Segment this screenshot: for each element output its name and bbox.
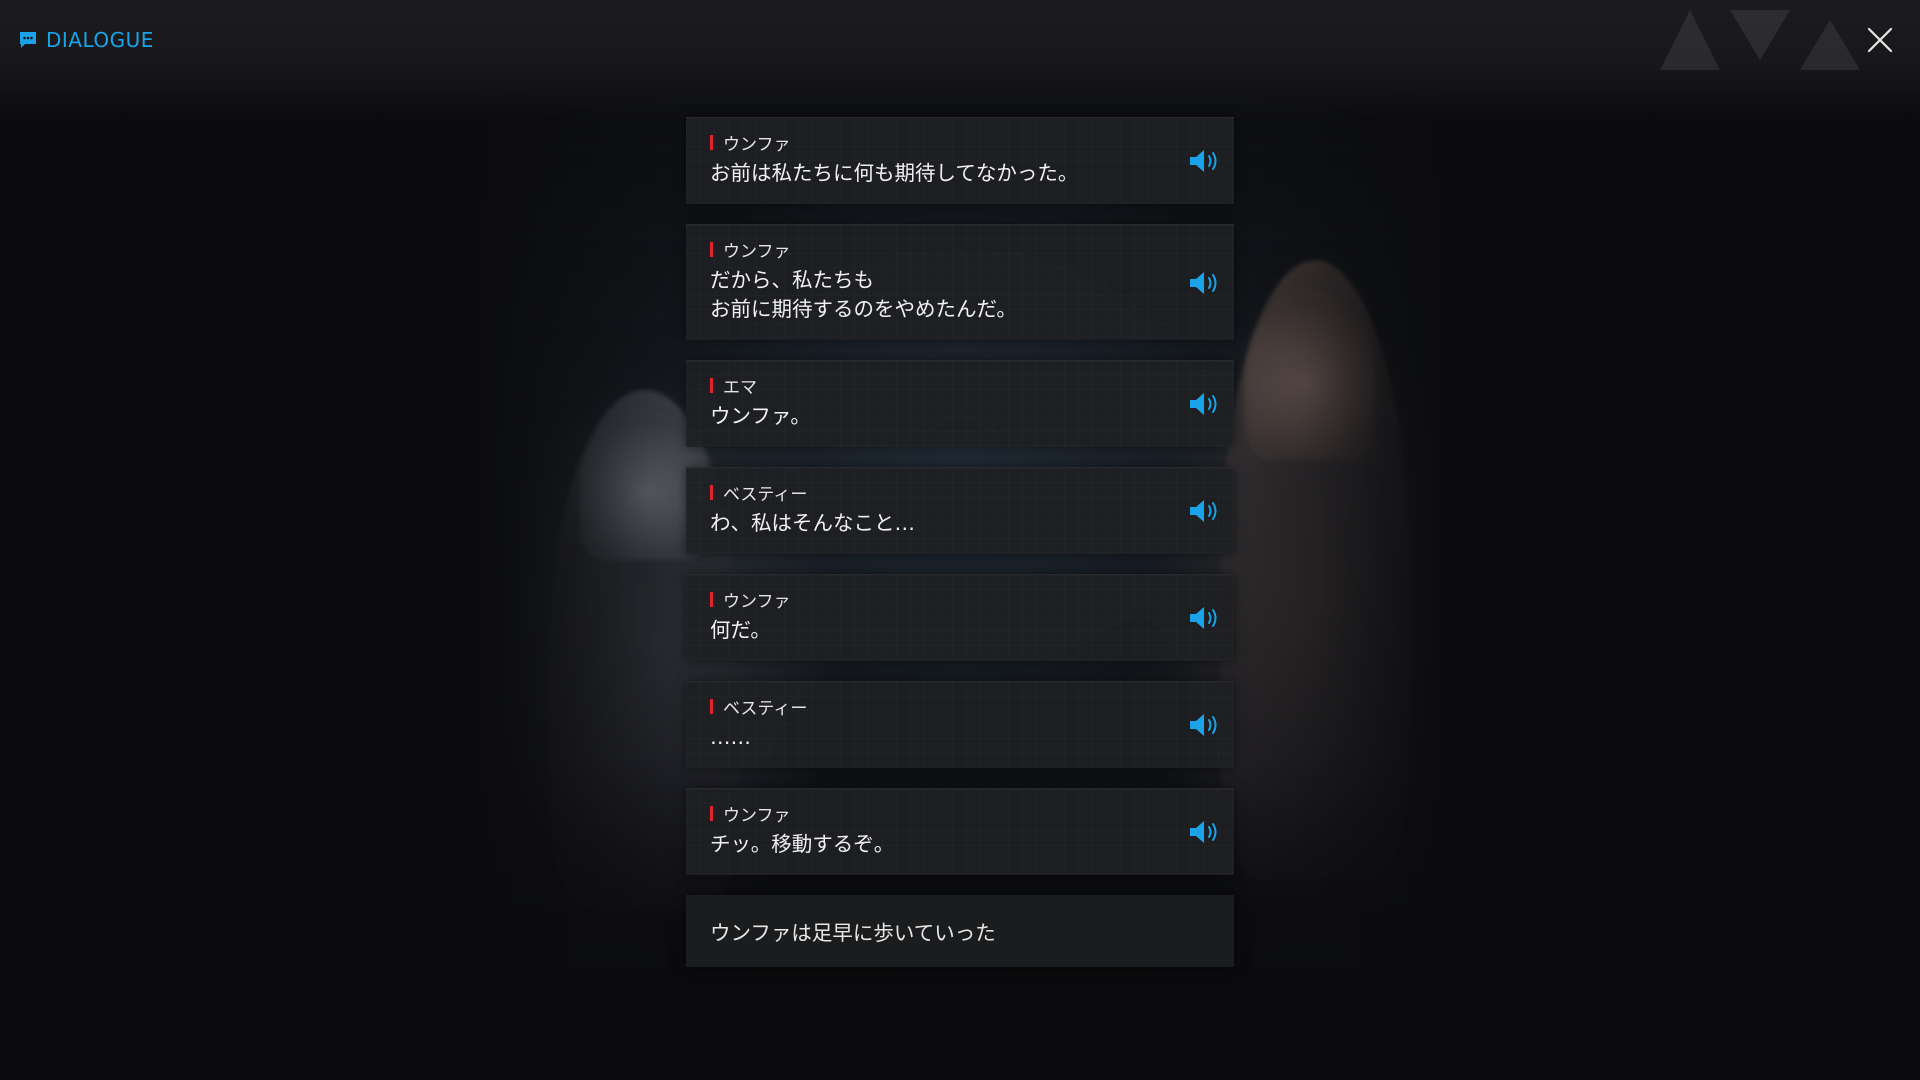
speaker-name: ウンファ	[723, 805, 791, 826]
chat-bubble-icon	[20, 32, 36, 48]
header-decoration-icon	[1660, 10, 1860, 70]
speaker-row: ウンファ	[710, 803, 1174, 826]
speaker-voice-icon[interactable]	[1188, 148, 1222, 174]
speaker-row: ウンファ	[710, 132, 1174, 155]
dialogue-text: だから、私たちも お前に期待するのをやめたんだ。	[710, 266, 1174, 324]
speaker-voice-icon[interactable]	[1188, 712, 1222, 738]
speaker-voice-icon[interactable]	[1188, 819, 1222, 845]
dialogue-entry: ベスティー わ、私はそんなこと…	[686, 467, 1234, 554]
speaker-voice-icon[interactable]	[1188, 270, 1222, 296]
dialogue-line: ……	[710, 725, 751, 749]
dialogue-line: ウンファ。	[710, 404, 811, 428]
speaker-voice-icon[interactable]	[1188, 391, 1222, 417]
speaker-row: ベスティー	[710, 696, 1174, 719]
dialogue-line: チッ。移動するぞ。	[710, 832, 895, 856]
speaker-marker	[710, 805, 713, 821]
dialogue-entry: ウンファ チッ。移動するぞ。	[686, 788, 1234, 875]
dialogue-text: 何だ。	[710, 616, 1174, 645]
speaker-marker	[710, 698, 713, 714]
dialogue-line: だから、私たちも	[710, 268, 874, 292]
speaker-row: ウンファ	[710, 239, 1174, 262]
dialogue-line: 何だ。	[710, 618, 771, 642]
speaker-marker	[710, 484, 713, 500]
speaker-marker	[710, 134, 713, 150]
speaker-row: エマ	[710, 375, 1174, 398]
dialogue-text: ……	[710, 723, 1174, 752]
dialogue-text: チッ。移動するぞ。	[710, 830, 1174, 859]
speaker-voice-icon[interactable]	[1188, 605, 1222, 631]
narration-entry: ウンファは足早に歩いていった	[686, 895, 1234, 967]
speaker-marker	[710, 591, 713, 607]
speaker-voice-icon[interactable]	[1188, 498, 1222, 524]
close-icon[interactable]	[1866, 26, 1894, 54]
panel-title: DIALOGUE	[18, 28, 154, 52]
speaker-marker	[710, 241, 713, 257]
speaker-name: ウンファ	[723, 241, 791, 262]
speaker-marker	[710, 377, 713, 393]
speaker-name: ベスティー	[723, 698, 808, 719]
dialogue-entry: ベスティー ……	[686, 681, 1234, 768]
header-bar: DIALOGUE	[0, 0, 1920, 120]
speaker-name: ウンファ	[723, 591, 791, 612]
dialogue-text: ウンファ。	[710, 402, 1174, 431]
speaker-name: ベスティー	[723, 484, 808, 505]
dialogue-entry: ウンファ 何だ。	[686, 574, 1234, 661]
dialogue-text: わ、私はそんなこと…	[710, 509, 1174, 538]
dialogue-text: お前は私たちに何も期待してなかった。	[710, 159, 1174, 188]
dialogue-log-screen: DIALOGUE ウンファ お前は私たちに何も期待してなかった。 ウンファ だか…	[0, 0, 1920, 1080]
dialogue-list[interactable]: ウンファ お前は私たちに何も期待してなかった。 ウンファ だから、私たちも お前…	[686, 117, 1234, 967]
panel-title-text: DIALOGUE	[46, 28, 154, 52]
dialogue-line: お前は私たちに何も期待してなかった。	[710, 161, 1079, 185]
speaker-row: ウンファ	[710, 589, 1174, 612]
dialogue-line: お前に期待するのをやめたんだ。	[710, 297, 1017, 321]
speaker-name: ウンファ	[723, 134, 791, 155]
dialogue-entry: エマ ウンファ。	[686, 360, 1234, 447]
speaker-row: ベスティー	[710, 482, 1174, 505]
dialogue-line: わ、私はそんなこと…	[710, 511, 915, 535]
speaker-name: エマ	[723, 377, 757, 398]
dialogue-entry: ウンファ お前は私たちに何も期待してなかった。	[686, 117, 1234, 204]
dialogue-entry: ウンファ だから、私たちも お前に期待するのをやめたんだ。	[686, 224, 1234, 340]
